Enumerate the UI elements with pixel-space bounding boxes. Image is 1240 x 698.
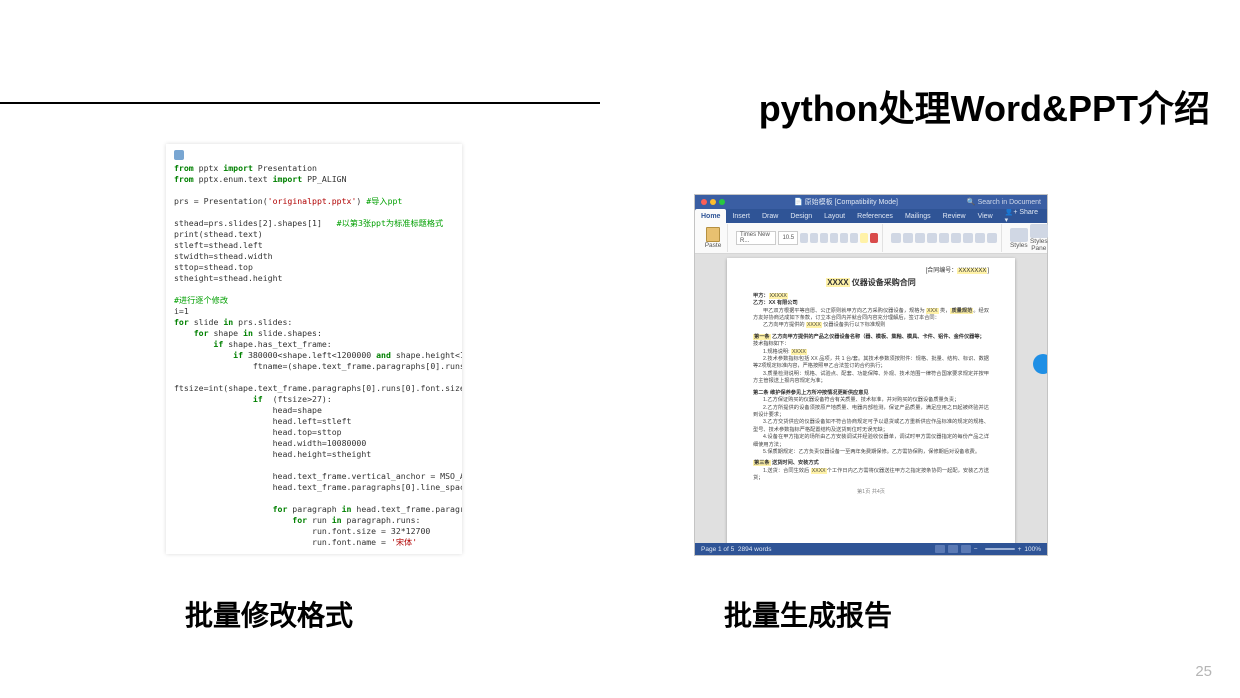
p-long2: 3.质量检测说明：规格、试验点、配套、功能保障、外观、技术范围一律符合国家要求规… xyxy=(753,371,989,386)
titlebar: 📄 原始模板 [Compatibility Mode] 🔍 Search in … xyxy=(695,195,1047,209)
document-title: 📄 原始模板 [Compatibility Mode] xyxy=(725,197,967,207)
bold-icon[interactable] xyxy=(820,233,828,243)
ribbon-styles-group: Styles Styles Pane xyxy=(1006,224,1052,252)
document-canvas: [合同编号：XXXXXXX] XXXX 仪器设备采购合同 甲方：XXXXX 乙方… xyxy=(695,254,1047,543)
shading-icon[interactable] xyxy=(975,233,985,243)
p2-4: 4.设备在甲方指定的场所由乙方安装调试并经验收仪器单，调试时甲方需仪器指定的每份… xyxy=(753,434,989,449)
styles-pane-icon[interactable] xyxy=(1030,224,1048,238)
python-code-screenshot: from pptx import Presentation from pptx.… xyxy=(166,144,462,554)
underline-icon[interactable] xyxy=(840,233,848,243)
p2-2: 2.乙方所提供的设备须按原产地质量、电器内部检测，保证产品质量，满足应用之日起被… xyxy=(753,405,989,420)
cell-run-icon xyxy=(174,150,184,160)
contract-id: [合同编号：XXXXXXX] xyxy=(753,268,989,275)
page-number: 25 xyxy=(1195,663,1212,680)
italic-icon[interactable] xyxy=(830,233,838,243)
caption-left: 批量修改格式 xyxy=(185,594,353,634)
borders-icon[interactable] xyxy=(987,233,997,243)
tab-mailings[interactable]: Mailings xyxy=(899,209,937,223)
font-size-select[interactable]: 10.5 xyxy=(778,231,798,245)
search-field[interactable]: 🔍 Search in Document xyxy=(967,198,1041,206)
print-layout-icon[interactable] xyxy=(948,545,958,553)
tab-home[interactable]: Home xyxy=(695,209,726,223)
indent-left-icon[interactable] xyxy=(915,233,925,243)
ribbon-clipboard-group: Paste xyxy=(699,224,728,252)
highlight-icon[interactable] xyxy=(860,233,868,243)
focus-mode-icon[interactable] xyxy=(935,545,945,553)
zoom-slider[interactable] xyxy=(985,548,1015,550)
divider-line xyxy=(0,102,600,104)
tab-layout[interactable]: Layout xyxy=(818,209,851,223)
page-footer: 第1页 共4页 xyxy=(753,489,989,496)
tab-view[interactable]: View xyxy=(972,209,999,223)
spec-line: 1.规格说明: XXXX xyxy=(753,349,989,356)
bullets-icon[interactable] xyxy=(891,233,901,243)
section-3: 第三条 送货时间、安装方式 xyxy=(753,460,989,467)
web-layout-icon[interactable] xyxy=(961,545,971,553)
p-long1: 2.技术参数指标包括 XX 品项，共 1 台/套。其技术参数须按附件：规格、批量… xyxy=(753,356,989,371)
font-color-icon[interactable] xyxy=(870,233,878,243)
status-page: Page 1 of 5 xyxy=(701,546,734,553)
align-left-icon[interactable] xyxy=(939,233,949,243)
doc-title: XXXX 仪器设备采购合同 xyxy=(753,279,989,286)
p2-5: 5.保质期规定：乙方负责仪器设备一至两年免费期保修。乙方需协保购，保修期后对设备… xyxy=(753,449,989,456)
supply-line: 乙方向甲方提供的 XXXX 仪器设备执行以下标准规则 xyxy=(753,322,989,329)
indent-right-icon[interactable] xyxy=(927,233,937,243)
zoom-value: 100% xyxy=(1024,546,1041,553)
slide-title: python处理Word&PPT介绍 xyxy=(759,80,1210,132)
share-button[interactable]: 👤+ Share ▾ xyxy=(999,208,1047,224)
tab-review[interactable]: Review xyxy=(937,209,972,223)
ribbon: Paste Times New R... 10.5 xyxy=(695,223,1047,254)
p2-1: 1.乙方保证购买的仪器设备符合有关质量、技术标准，并对购买的仪器设备质量负责； xyxy=(753,397,989,404)
caption-right: 批量生成报告 xyxy=(724,594,892,634)
section-2: 第二条 维护保养参见上方所冲按情况更新供应意见 xyxy=(753,390,989,397)
word-window: 📄 原始模板 [Compatibility Mode] 🔍 Search in … xyxy=(694,194,1048,556)
styles-icon[interactable] xyxy=(1010,228,1028,242)
menu-bar: Home Insert Draw Design Layout Reference… xyxy=(695,209,1047,223)
clipboard-icon xyxy=(706,227,720,242)
tab-insert[interactable]: Insert xyxy=(726,209,756,223)
tab-references[interactable]: References xyxy=(851,209,899,223)
styles-label: Styles xyxy=(1010,242,1028,249)
numbering-icon[interactable] xyxy=(903,233,913,243)
tab-draw[interactable]: Draw xyxy=(756,209,784,223)
ribbon-font-group: Times New R... 10.5 xyxy=(732,224,883,252)
font-name-select[interactable]: Times New R... xyxy=(736,231,776,245)
font-shrink-icon[interactable] xyxy=(810,233,818,243)
minimize-icon[interactable] xyxy=(710,199,716,205)
font-grow-icon[interactable] xyxy=(800,233,808,243)
ribbon-paragraph-group xyxy=(887,224,1002,252)
p2-3: 3.乙方交货供应的仪器设备如不符合协商规定可予以退货或乙方重新供应作品标准的规定… xyxy=(753,419,989,434)
intro-paragraph: 甲乙双方根据平等自愿、公正原则就甲方向乙方采购仪器设备，规格为 XXX 类，质量… xyxy=(753,308,989,323)
insights-icon[interactable] xyxy=(1033,354,1047,374)
paste-button[interactable]: Paste xyxy=(703,227,723,249)
p3: 1.送货：合同生效后 XXXX个工作日内乙方需将仪器送往甲方之指定按条协同一起配… xyxy=(753,468,989,483)
tab-design[interactable]: Design xyxy=(784,209,818,223)
document-page: [合同编号：XXXXXXX] XXXX 仪器设备采购合同 甲方：XXXXX 乙方… xyxy=(727,258,1015,543)
line-spacing-icon[interactable] xyxy=(963,233,973,243)
zoom-in-icon[interactable]: + xyxy=(1018,546,1022,553)
close-icon[interactable] xyxy=(701,199,707,205)
zoom-out-icon[interactable]: − xyxy=(974,546,978,553)
party-b: 乙方：XX 有限公司 xyxy=(753,300,989,307)
styles-pane-label: Styles Pane xyxy=(1030,238,1048,252)
tech-intro: 技术指标如下： xyxy=(753,341,989,348)
strike-icon[interactable] xyxy=(850,233,858,243)
align-center-icon[interactable] xyxy=(951,233,961,243)
status-words: 2894 words xyxy=(738,546,772,553)
status-bar: Page 1 of 5 2894 words − + 100% xyxy=(695,543,1047,555)
